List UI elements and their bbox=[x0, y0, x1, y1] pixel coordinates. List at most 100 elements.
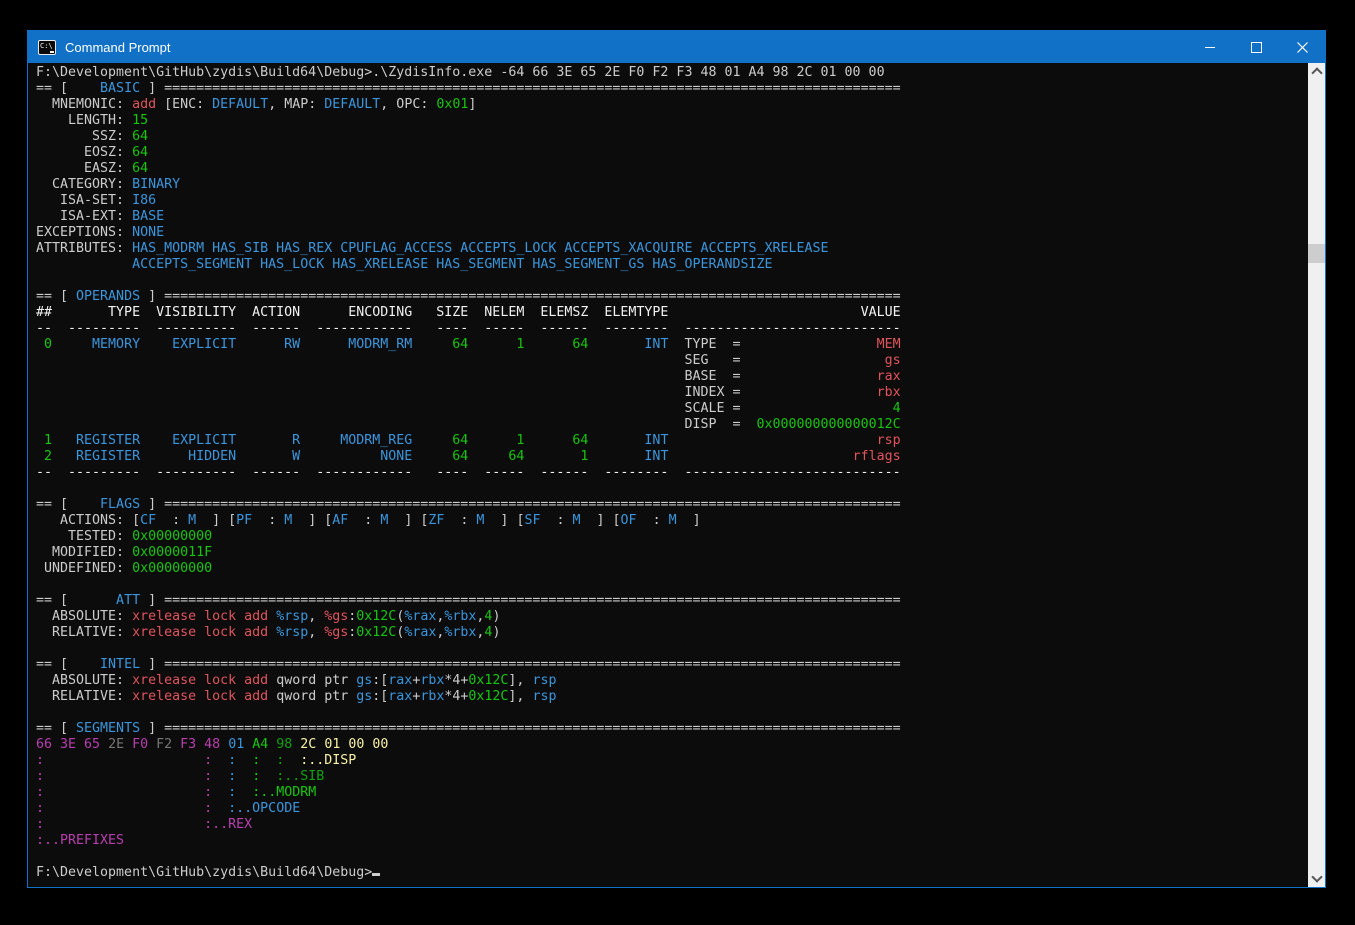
scroll-up-button[interactable] bbox=[1308, 63, 1325, 80]
terminal-text-segment bbox=[44, 785, 204, 800]
terminal-text-segment: ACCEPTS_SEGMENT HAS_LOCK HAS_XRELEASE HA… bbox=[132, 257, 772, 272]
scrollbar-thumb[interactable] bbox=[1308, 244, 1325, 263]
terminal-text-segment bbox=[36, 257, 132, 272]
terminal-text-segment: I86 bbox=[132, 193, 156, 208]
terminal-text-segment: rbx bbox=[420, 689, 444, 704]
terminal-line: ABSOLUTE: xrelease lock add %rsp, %gs:0x… bbox=[36, 609, 1308, 625]
terminal-text-segment: M bbox=[669, 513, 677, 528]
terminal-text-segment: HAS_MODRM HAS_SIB HAS_REX CPUFLAG_ACCESS… bbox=[132, 241, 828, 256]
terminal-text-segment: gs bbox=[356, 689, 372, 704]
terminal-text-segment: 15 bbox=[132, 113, 148, 128]
terminal-line: == [ ATT ] =============================… bbox=[36, 593, 1308, 609]
terminal-text-segment bbox=[44, 801, 204, 816]
terminal-text-segment: : bbox=[637, 513, 669, 528]
terminal-text-segment: F0 bbox=[132, 737, 148, 752]
terminal-text-segment: ========================================… bbox=[164, 289, 901, 304]
terminal-text-segment: SEG = bbox=[684, 353, 740, 368]
terminal-text-segment: ) bbox=[492, 609, 500, 624]
terminal-line: : : :..OPCODE bbox=[36, 801, 1308, 817]
terminal-text-segment: rsp bbox=[532, 689, 556, 704]
terminal-text-segment: : bbox=[36, 785, 44, 800]
terminal-text-segment bbox=[100, 737, 108, 752]
terminal-line: EOSZ: 64 bbox=[36, 145, 1308, 161]
terminal-line bbox=[36, 705, 1308, 721]
terminal-text-segment bbox=[212, 785, 228, 800]
terminal-line bbox=[36, 481, 1308, 497]
minimize-icon bbox=[1205, 47, 1215, 48]
terminal-text-segment: F3 48 bbox=[180, 737, 220, 752]
scroll-down-button[interactable] bbox=[1308, 870, 1325, 887]
terminal-text-segment bbox=[124, 737, 132, 752]
terminal-text-segment: BINARY bbox=[132, 177, 180, 192]
maximize-button[interactable] bbox=[1233, 31, 1279, 63]
terminal-line: ISA-EXT: BASE bbox=[36, 209, 1308, 225]
terminal-line: ACTIONS: [CF : M ] [PF : M ] [AF : M ] [… bbox=[36, 513, 1308, 529]
terminal-line: 1 REGISTER EXPLICIT R MODRM_REG 64 1 64 … bbox=[36, 433, 1308, 449]
terminal-text-segment: %rsp bbox=[276, 609, 308, 624]
terminal-text-segment bbox=[260, 753, 276, 768]
terminal-line: 0 MEMORY EXPLICIT RW MODRM_RM 64 1 64 IN… bbox=[36, 337, 1308, 353]
terminal-line: -- --------- ---------- ------ ---------… bbox=[36, 465, 1308, 481]
close-icon bbox=[1297, 42, 1308, 53]
terminal-text-segment: TYPE = bbox=[668, 337, 740, 352]
terminal-text-segment: :..DISP bbox=[300, 753, 356, 768]
close-button[interactable] bbox=[1279, 31, 1325, 63]
terminal-text-segment: INT bbox=[588, 337, 668, 352]
terminal-text-segment: , bbox=[308, 625, 324, 640]
terminal-text-segment: ], bbox=[508, 673, 532, 688]
terminal-text-segment: ========================================… bbox=[164, 657, 901, 672]
terminal-text-segment: : bbox=[228, 769, 236, 784]
terminal-text-segment: %rax bbox=[404, 609, 436, 624]
terminal-text-segment: rflags bbox=[853, 449, 901, 464]
terminal-text-segment bbox=[740, 401, 892, 416]
minimize-button[interactable] bbox=[1187, 31, 1233, 63]
terminal-line: BASE = rax bbox=[36, 369, 1308, 385]
terminal-text-segment: ========================================… bbox=[164, 497, 901, 512]
terminal-text-segment: M bbox=[573, 513, 581, 528]
cmd-icon-corner bbox=[50, 51, 54, 53]
terminal-text-segment: ] bbox=[140, 593, 164, 608]
terminal-text-segment: OPERANDS bbox=[76, 289, 140, 304]
terminal-text-segment: ABSOLUTE: bbox=[36, 609, 132, 624]
terminal-text-segment: ] bbox=[140, 497, 164, 512]
terminal-text-segment: rax bbox=[388, 673, 412, 688]
terminal-text-segment: xrelease lock add bbox=[132, 689, 276, 704]
terminal-text-segment: :..PREFIXES bbox=[36, 833, 124, 848]
terminal-text-segment: : bbox=[36, 769, 44, 784]
terminal-line: : : : :..MODRM bbox=[36, 785, 1308, 801]
terminal-line: ACCEPTS_SEGMENT HAS_LOCK HAS_XRELEASE HA… bbox=[36, 257, 1308, 273]
terminal-text-segment: ) bbox=[492, 625, 500, 640]
scrollbar[interactable] bbox=[1308, 63, 1325, 887]
terminal-text-segment: INT bbox=[588, 433, 668, 448]
terminal-text-segment: 0x0000011F bbox=[132, 545, 212, 560]
terminal-line: F:\Development\GitHub\zydis\Build64\Debu… bbox=[36, 865, 1308, 881]
terminal-text-segment: %gs bbox=[324, 609, 348, 624]
terminal-text-segment: : bbox=[252, 753, 260, 768]
terminal-text-segment: 0x00000000 bbox=[132, 529, 212, 544]
terminal-line: : : : : : :..DISP bbox=[36, 753, 1308, 769]
terminal-text-segment bbox=[212, 753, 228, 768]
terminal-text-segment: SSZ: bbox=[36, 129, 132, 144]
terminal-text-segment: ] bbox=[677, 513, 701, 528]
terminal-line: TESTED: 0x00000000 bbox=[36, 529, 1308, 545]
terminal-text-segment: ISA-EXT: bbox=[36, 209, 132, 224]
terminal-text-segment: EOSZ: bbox=[36, 145, 132, 160]
terminal-line: -- --------- ---------- ------ ---------… bbox=[36, 321, 1308, 337]
terminal-text-segment: ], bbox=[508, 689, 532, 704]
terminal-line: ABSOLUTE: xrelease lock add qword ptr gs… bbox=[36, 673, 1308, 689]
terminal-text-segment: SCALE = bbox=[684, 401, 740, 416]
terminal-text-segment: 0x00000000 bbox=[132, 561, 212, 576]
terminal-text-segment: xrelease lock add bbox=[132, 673, 276, 688]
terminal-line: EXCEPTIONS: NONE bbox=[36, 225, 1308, 241]
terminal-text-segment: 64 bbox=[132, 145, 148, 160]
terminal-text-segment: -- --------- ---------- ------ ---------… bbox=[36, 321, 901, 336]
terminal-text-segment: == [ bbox=[36, 81, 76, 96]
terminal-text-segment: DEFAULT bbox=[212, 97, 268, 112]
title-bar[interactable]: C:\ Command Prompt bbox=[28, 31, 1325, 63]
terminal-text-segment: F:\Development\GitHub\zydis\Build64\Debu… bbox=[36, 865, 372, 880]
terminal-text-segment: INT bbox=[588, 449, 668, 464]
terminal-output[interactable]: F:\Development\GitHub\zydis\Build64\Debu… bbox=[28, 63, 1308, 887]
terminal-line: SCALE = 4 bbox=[36, 401, 1308, 417]
terminal-line: :..PREFIXES bbox=[36, 833, 1308, 849]
terminal-text-segment: RELATIVE: bbox=[36, 625, 132, 640]
